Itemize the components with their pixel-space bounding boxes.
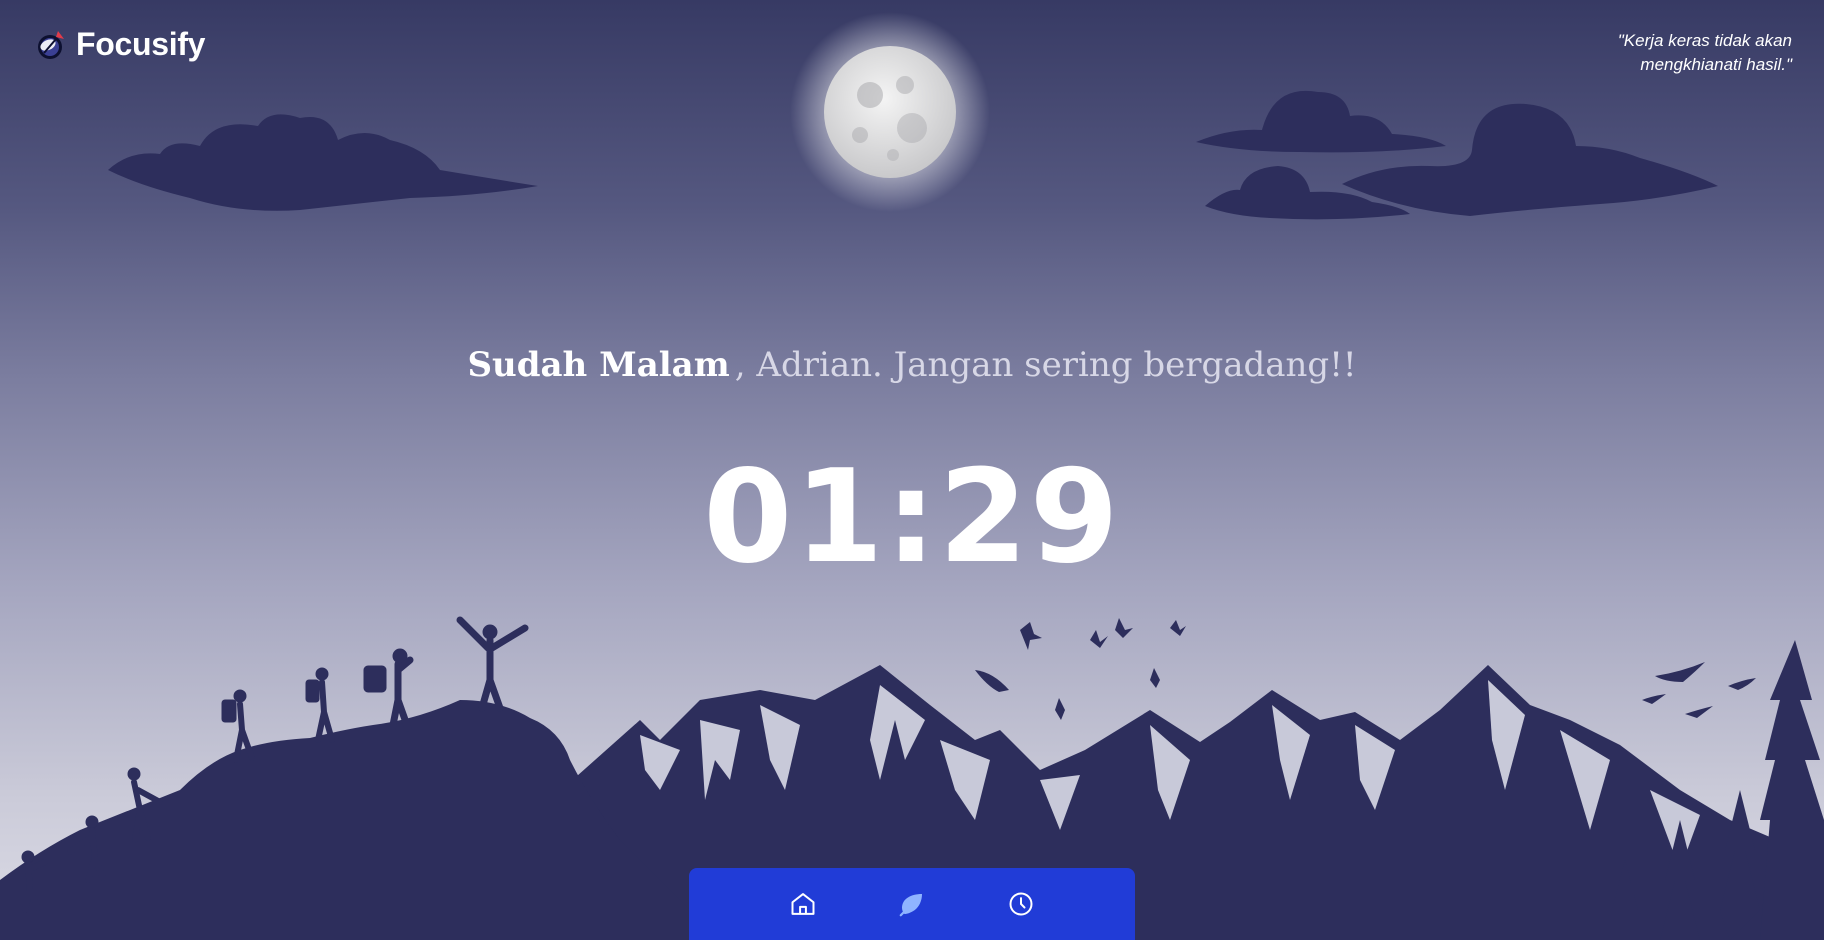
quote-text: "Kerja keras tidak akan mengkhianati has…: [1617, 31, 1792, 74]
leaf-icon: [899, 894, 922, 917]
birds: [975, 618, 1756, 720]
nav-leaf-button[interactable]: [890, 882, 934, 926]
greeting: Sudah Malam , Adrian. Jangan sering berg…: [0, 344, 1824, 392]
clock-display: 01:29: [703, 443, 1121, 592]
nav-clock-button[interactable]: [999, 882, 1043, 926]
nav-home-button[interactable]: [781, 882, 825, 926]
home-icon: [791, 893, 815, 915]
greeting-main: Sudah Malam: [467, 345, 730, 385]
app-logo[interactable]: Focusify: [34, 26, 205, 63]
greeting-sub: , Adrian. Jangan sering bergadang!!: [734, 345, 1357, 385]
app-name: Focusify: [76, 26, 206, 62]
bottom-navbar: [689, 868, 1135, 940]
moon: [790, 12, 990, 212]
clock-icon: [1009, 892, 1033, 916]
hill: [0, 700, 700, 940]
compass-logo-icon: [38, 30, 64, 59]
